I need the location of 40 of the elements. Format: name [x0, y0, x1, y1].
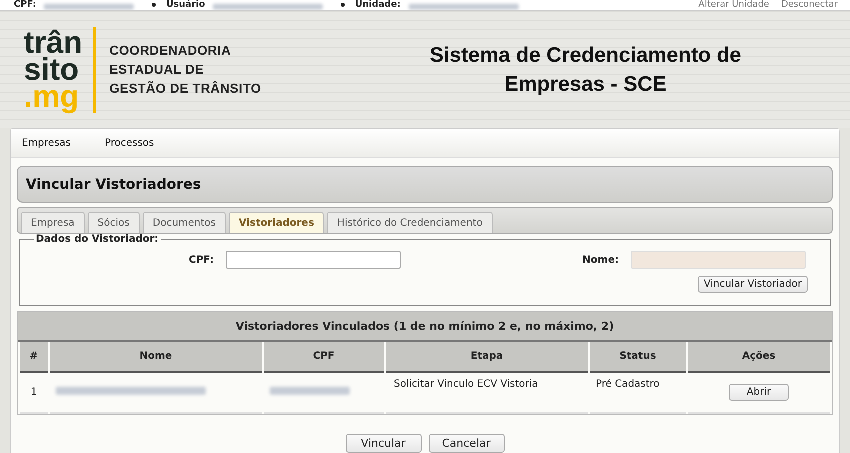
system-title: Empresas - SCE: [504, 72, 667, 98]
field-label: Nome:: [582, 254, 619, 266]
tab[interactable]: Sócios: [88, 212, 140, 233]
column-header: #: [20, 342, 48, 373]
column-header: Ações: [688, 342, 830, 373]
column-header: CPF: [264, 342, 384, 373]
top-link[interactable]: Alterar Unidade: [698, 0, 770, 10]
group-legend: Dados do Vistoriador:: [34, 234, 161, 245]
table-cell: Pré Cadastro: [596, 379, 660, 390]
field-label: Unidade:: [355, 0, 401, 10]
logo-text: trân: [24, 29, 83, 56]
bullet-icon: [341, 3, 346, 7]
org-name: GESTÃO DE TRÂNSITO: [110, 80, 262, 98]
menu-item[interactable]: Empresas: [22, 138, 71, 148]
table-cell: Solicitar Vinculo ECV Vistoria: [394, 379, 538, 390]
column-header: Nome: [50, 342, 262, 373]
page-title: Vincular Vistoriadores: [17, 166, 833, 203]
org-name: ESTADUAL DE: [110, 61, 206, 79]
link-inspector-button[interactable]: Vincular Vistoriador: [698, 276, 808, 293]
column-header: Status: [590, 342, 686, 373]
tab[interactable]: Documentos: [142, 212, 226, 233]
menu-item[interactable]: Processos: [105, 138, 154, 148]
action-button[interactable]: Vincular: [346, 434, 422, 453]
tab[interactable]: Vistoriadores: [229, 212, 324, 233]
tab[interactable]: Empresa: [21, 212, 85, 233]
table-title: Vistoriadores Vinculados (1 de no mínimo 2 e, no máximo, 2): [18, 312, 832, 342]
tab[interactable]: Histórico do Credenciamento: [327, 212, 493, 233]
logo-text: sito: [24, 56, 80, 83]
open-button[interactable]: Abrir: [729, 384, 789, 401]
field-label: CPF:: [189, 254, 214, 266]
cpf-input[interactable]: [226, 251, 401, 269]
column-header: Etapa: [386, 342, 588, 373]
org-name: COORDENADORIA: [110, 42, 232, 60]
system-title: Sistema de Credenciamento de: [430, 42, 742, 68]
top-link[interactable]: Desconectar: [781, 0, 838, 10]
bullet-icon: [152, 3, 156, 7]
field-label: CPF:: [14, 0, 36, 10]
action-button[interactable]: Cancelar: [428, 434, 504, 453]
table-cell: 1: [30, 387, 38, 398]
field-label: Usuário: [166, 0, 206, 10]
